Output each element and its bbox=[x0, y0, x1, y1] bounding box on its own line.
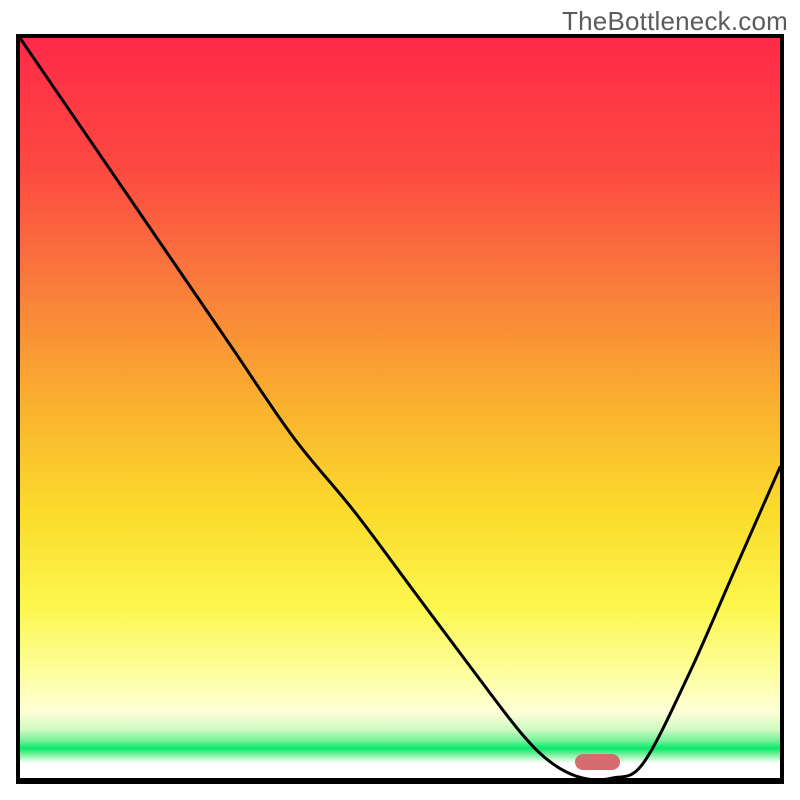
bottleneck-curve bbox=[20, 38, 780, 778]
chart-container: TheBottleneck.com bbox=[0, 0, 800, 800]
plot-frame bbox=[16, 34, 784, 784]
watermark-text: TheBottleneck.com bbox=[562, 6, 788, 37]
minimum-marker bbox=[575, 754, 621, 770]
